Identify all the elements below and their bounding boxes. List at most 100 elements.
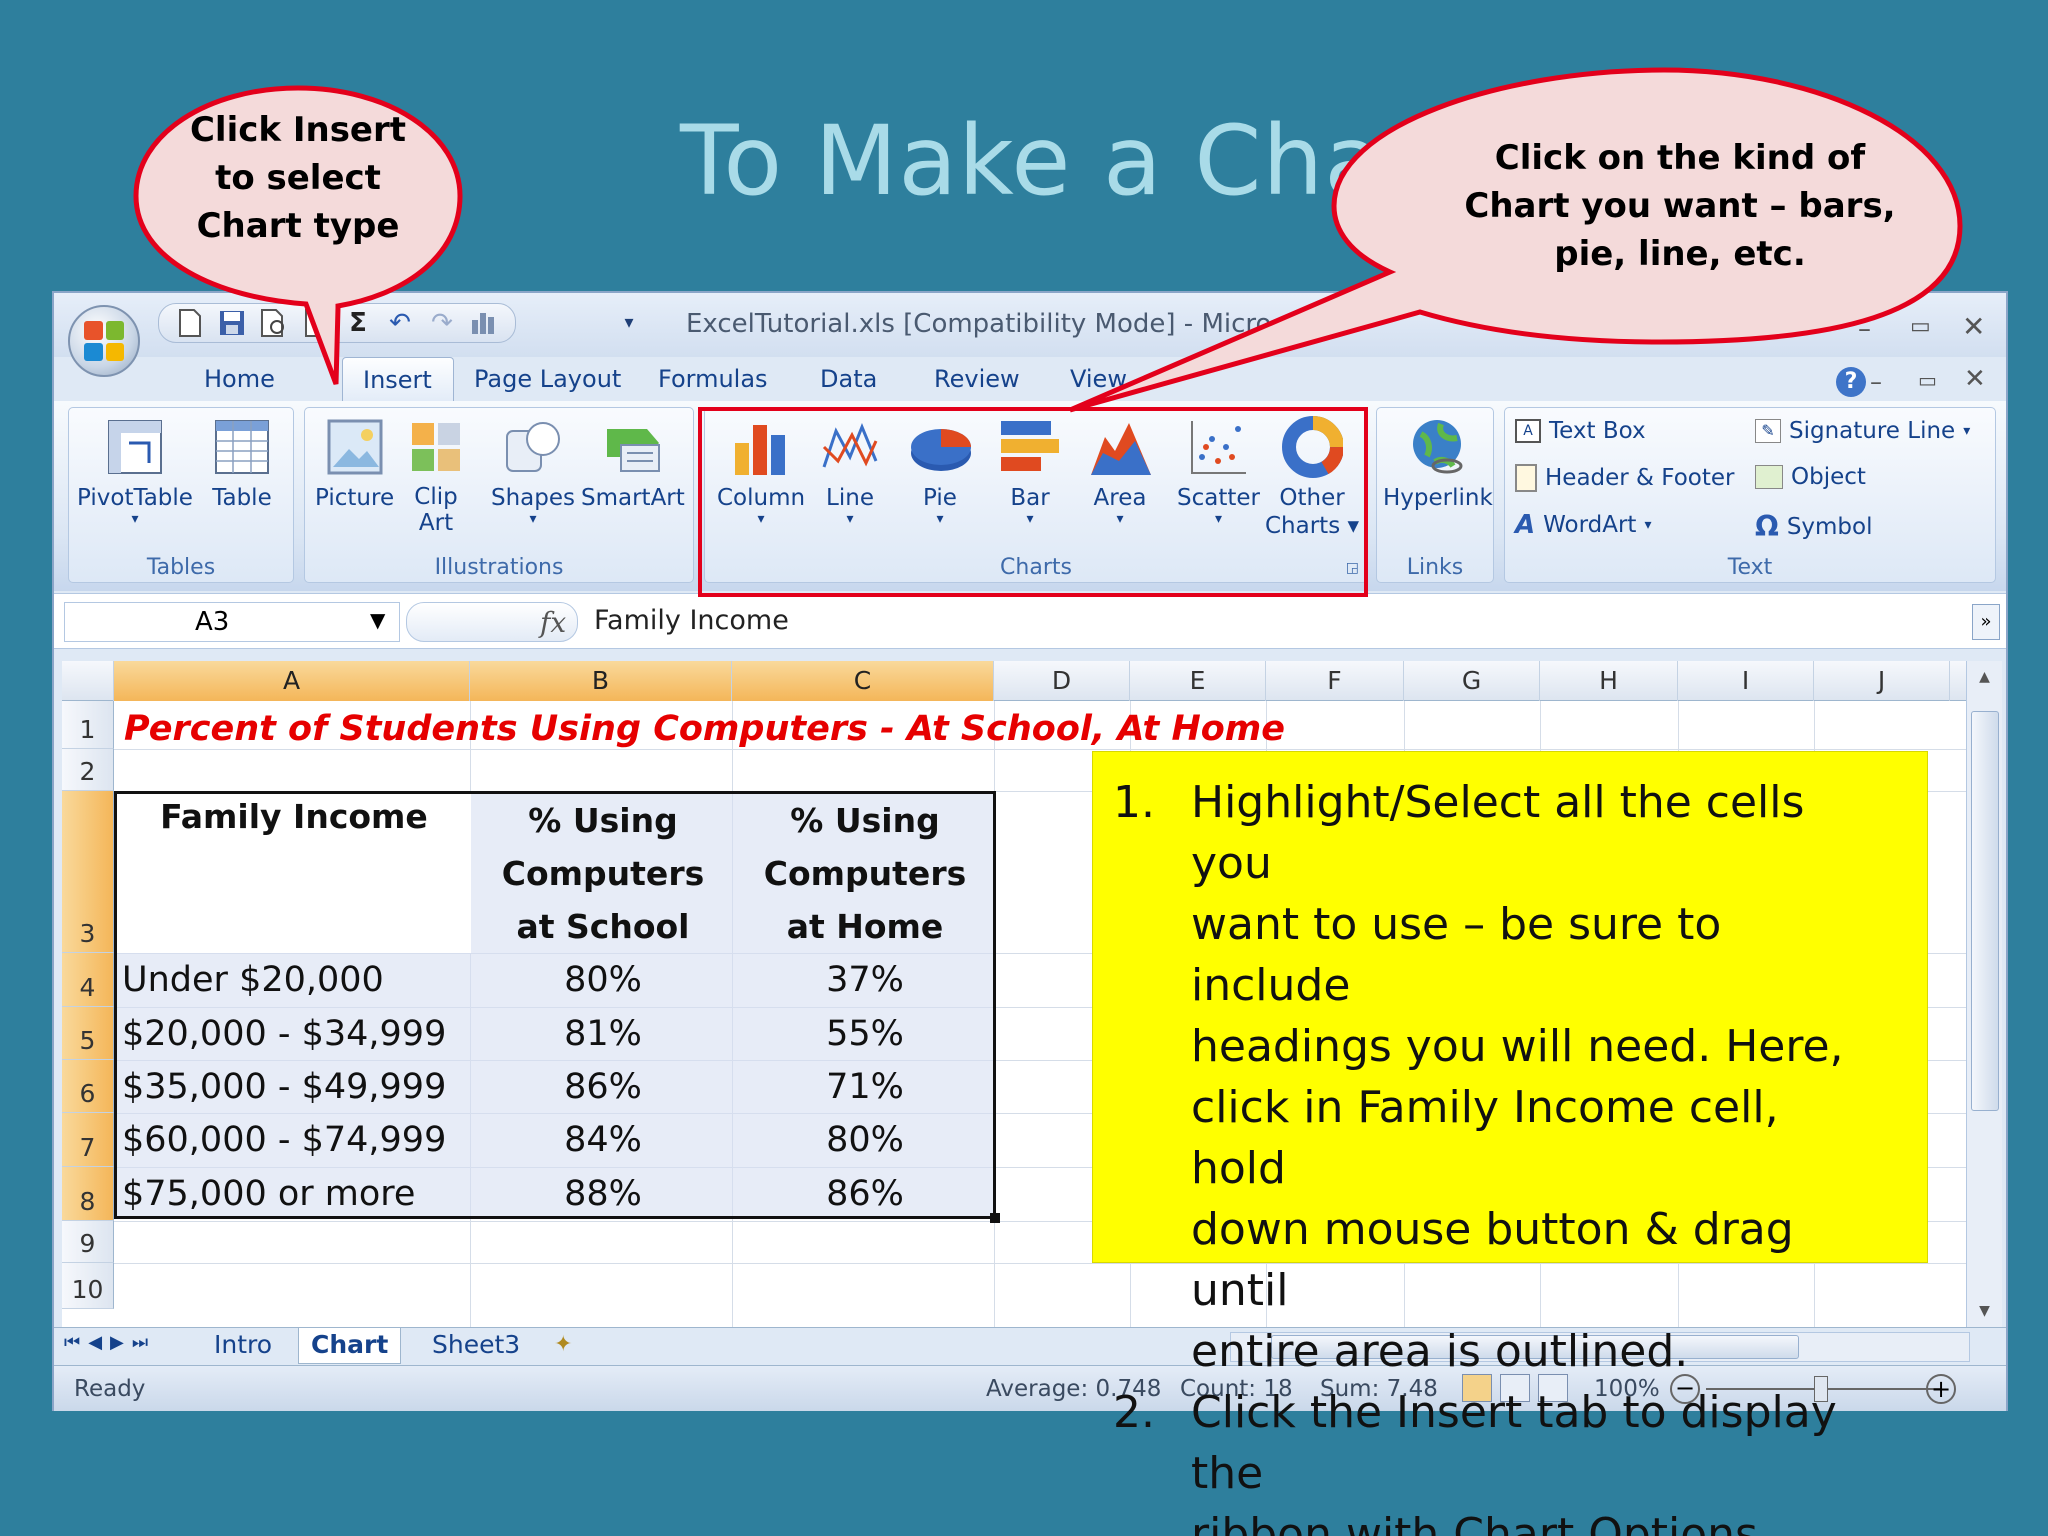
zoom-in-icon[interactable]: + [1926, 1374, 1956, 1404]
tab-review[interactable]: Review [914, 357, 1050, 401]
workbook-minimize-icon[interactable]: – [1870, 368, 1882, 396]
header-using-at-school[interactable]: % Using Computers at School [472, 794, 734, 953]
column-header-i[interactable]: I [1678, 661, 1814, 701]
minimize-icon[interactable]: – [1858, 314, 1871, 344]
row-header-10[interactable]: 10 [62, 1263, 114, 1309]
row-header-2[interactable]: 2 [62, 749, 114, 791]
scroll-down-icon[interactable]: ▼ [1967, 1295, 2002, 1327]
group-label-links: Links [1406, 555, 1464, 580]
sheet-tab-intro[interactable]: Intro [202, 1328, 284, 1364]
cell-income[interactable]: $35,000 - $49,999 [122, 1060, 446, 1113]
charts-highlight-box [698, 407, 1368, 597]
row-header-7[interactable]: 7 [62, 1113, 114, 1167]
name-box-dropdown-icon[interactable]: ▼ [370, 608, 385, 632]
status-ready: Ready [74, 1376, 146, 1402]
chart-icon[interactable] [469, 308, 499, 338]
sheet-tab-chart[interactable]: Chart [298, 1328, 402, 1364]
pivottable-button[interactable]: PivotTable ▾ [77, 416, 193, 526]
header-footer-button[interactable]: Header & Footer [1515, 464, 1734, 492]
restore-icon[interactable]: ▭ [1910, 314, 1931, 339]
table-button[interactable]: Table [211, 416, 273, 512]
office-button[interactable] [68, 305, 140, 377]
row-header-4[interactable]: 4 [62, 953, 114, 1007]
column-header-d[interactable]: D [994, 661, 1130, 701]
column-header-c[interactable]: C [732, 661, 994, 701]
shapes-button[interactable]: Shapes ▾ [491, 416, 575, 526]
pivottable-icon [104, 416, 166, 478]
tab-page-layout[interactable]: Page Layout [454, 357, 638, 401]
cell-income[interactable]: $20,000 - $34,999 [122, 1007, 446, 1060]
formula-input[interactable]: Family Income [594, 605, 789, 636]
table-icon [211, 416, 273, 478]
row-header-6[interactable]: 6 [62, 1060, 114, 1113]
row-header-8[interactable]: 8 [62, 1167, 114, 1221]
group-text: A Text Box Header & Footer A WordArt ▾ ✎… [1504, 407, 1996, 583]
tab-formulas[interactable]: Formulas [638, 357, 800, 401]
group-label-text: Text [1727, 555, 1773, 580]
cell-school[interactable]: 84% [472, 1113, 734, 1167]
select-all-corner[interactable] [62, 661, 114, 701]
hyperlink-button[interactable]: Hyperlink [1383, 416, 1493, 512]
instruction-item-1: 1. Highlight/Select all the cells you wa… [1113, 777, 1844, 1377]
header-using-at-home[interactable]: % Using Computers at Home [734, 794, 996, 953]
cell-home[interactable]: 80% [734, 1113, 996, 1167]
cell-home[interactable]: 71% [734, 1060, 996, 1113]
symbol-button[interactable]: Ω Symbol [1755, 510, 1873, 543]
column-header-f[interactable]: F [1266, 661, 1404, 701]
insert-sheet-icon[interactable]: ✦ [554, 1332, 572, 1357]
instruction-note: 1. Highlight/Select all the cells you wa… [1092, 751, 1928, 1536]
cell-school[interactable]: 88% [472, 1167, 734, 1221]
cell-home[interactable]: 55% [734, 1007, 996, 1060]
wordart-icon: A [1515, 510, 1536, 540]
group-illustrations: Picture Clip Art Shapes ▾ SmartArt Illus… [304, 407, 694, 583]
column-headers: A B C D E F G H I J [62, 661, 1972, 701]
sheet-nav-icons[interactable]: ⏮◀▶⏭ [64, 1332, 156, 1353]
column-header-b[interactable]: B [470, 661, 732, 701]
header-footer-icon [1515, 464, 1537, 492]
instruction-item-2: 2. Click the Insert tab to display the r… [1113, 1387, 1837, 1536]
column-header-a[interactable]: A [114, 661, 470, 701]
column-header-e[interactable]: E [1130, 661, 1266, 701]
tab-data[interactable]: Data [800, 357, 914, 401]
picture-icon [324, 416, 386, 478]
clip-art-button[interactable]: Clip Art [405, 416, 467, 536]
workbook-close-icon[interactable]: ✕ [1964, 364, 1986, 394]
picture-button[interactable]: Picture [315, 416, 394, 512]
close-icon[interactable]: ✕ [1962, 310, 1985, 343]
customize-qat-icon[interactable]: ▾ [614, 307, 644, 337]
workbook-restore-icon[interactable]: ▭ [1918, 368, 1937, 392]
sheet-tab-sheet3[interactable]: Sheet3 [420, 1328, 532, 1364]
cell-school[interactable]: 81% [472, 1007, 734, 1060]
expand-formula-bar-icon[interactable]: » [1972, 604, 2000, 640]
row-header-1[interactable]: 1 [62, 701, 114, 749]
cell-home[interactable]: 37% [734, 953, 996, 1007]
object-button[interactable]: Object [1755, 464, 1866, 490]
cell-school[interactable]: 86% [472, 1060, 734, 1113]
wordart-button[interactable]: A WordArt ▾ [1515, 510, 1651, 540]
smartart-button[interactable]: SmartArt [581, 416, 685, 512]
gridline [114, 749, 1972, 750]
cell-income[interactable]: Under $20,000 [122, 953, 384, 1007]
row-header-5[interactable]: 5 [62, 1007, 114, 1060]
header-family-income[interactable]: Family Income [118, 793, 470, 841]
cell-home[interactable]: 86% [734, 1167, 996, 1221]
group-label-tables: Tables [146, 555, 216, 580]
row-header-9[interactable]: 9 [62, 1221, 114, 1263]
chevron-down-icon: ▾ [131, 511, 139, 527]
vertical-scrollbar[interactable]: ▲ ▼ [1966, 661, 2002, 1327]
row-header-3[interactable]: 3 [62, 791, 114, 953]
column-header-h[interactable]: H [1540, 661, 1678, 701]
insert-function-icon[interactable]: fx [540, 606, 566, 639]
scrollbar-thumb[interactable] [1971, 711, 1999, 1111]
group-tables: PivotTable ▾ Table Tables [68, 407, 294, 583]
scroll-up-icon[interactable]: ▲ [1967, 661, 2002, 693]
column-header-j[interactable]: J [1814, 661, 1950, 701]
shapes-icon [502, 416, 564, 478]
column-header-g[interactable]: G [1404, 661, 1540, 701]
cell-school[interactable]: 80% [472, 953, 734, 1007]
sheet-title-cell[interactable]: Percent of Students Using Computers - At… [124, 709, 1285, 749]
cell-income[interactable]: $75,000 or more [122, 1167, 415, 1221]
name-box[interactable]: A3 [64, 602, 400, 642]
cell-income[interactable]: $60,000 - $74,999 [122, 1113, 446, 1167]
office-logo-icon [84, 321, 124, 361]
